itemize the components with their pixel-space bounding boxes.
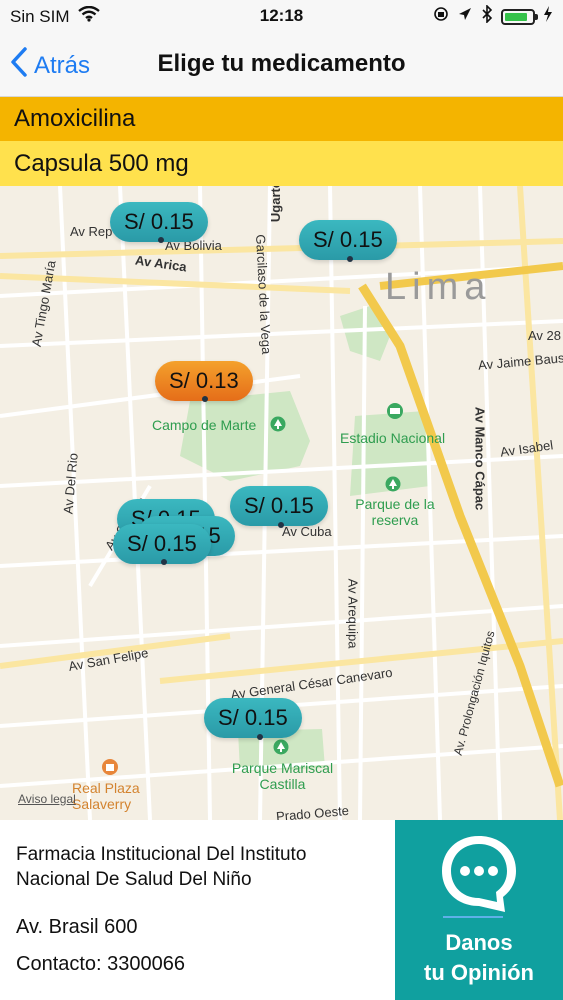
medicine-name-bar: Amoxicilina bbox=[0, 97, 563, 141]
map-label-parque-reserva: Parque de la reserva bbox=[355, 496, 435, 528]
charging-icon bbox=[543, 6, 553, 27]
battery-icon bbox=[501, 8, 538, 25]
price-pin[interactable]: S/ 0.13 bbox=[155, 361, 253, 401]
price-pin[interactable]: S/ 0.15 bbox=[299, 220, 397, 260]
map-label-av-manco: Av Manco Cápac bbox=[472, 406, 488, 511]
pharmacy-address: Av. Brasil 600 bbox=[16, 916, 138, 938]
pin-location-dot bbox=[257, 734, 263, 740]
chat-bubble-icon bbox=[435, 830, 523, 923]
map-label-av-arequipa: Av Arequipa bbox=[345, 578, 361, 649]
price-pin[interactable]: S/ 0.15 bbox=[113, 524, 211, 564]
price-pin-label: S/ 0.15 bbox=[124, 209, 194, 234]
battery-fill bbox=[505, 12, 527, 21]
map-label-campo-de-marte: Campo de Marte bbox=[152, 417, 257, 433]
price-pin-label: S/ 0.15 bbox=[313, 227, 383, 252]
pin-location-dot bbox=[161, 559, 167, 565]
location-arrow-icon bbox=[457, 6, 473, 27]
pin-location-dot bbox=[202, 396, 208, 402]
map-label-ugarte: Ugarte bbox=[268, 186, 284, 223]
page-title: Elige tu medicamento bbox=[157, 50, 406, 77]
feedback-label: Danos tu Opinión bbox=[395, 928, 563, 988]
price-pin[interactable]: S/ 0.15 bbox=[110, 202, 208, 242]
price-pin[interactable]: S/ 0.15 bbox=[230, 486, 328, 526]
navigation-bar: Atrás Elige tu medicamento bbox=[0, 34, 563, 97]
map-view[interactable]: Lima Av Arica Av Bolivia Av Rep Ugarte G… bbox=[0, 186, 563, 820]
map-label-lima: Lima bbox=[385, 266, 492, 308]
map-label-av-cuba: Av Cuba bbox=[282, 524, 332, 539]
map-label-real-plaza: Real Plaza Salaverry bbox=[72, 780, 140, 812]
rotation-lock-icon bbox=[433, 6, 449, 27]
price-pin-label: S/ 0.15 bbox=[218, 705, 288, 730]
medicine-dose: Capsula 500 mg bbox=[14, 150, 189, 177]
feedback-line-1: Danos bbox=[445, 930, 513, 955]
map-label-parque-mariscal: Parque Mariscal Castilla bbox=[231, 760, 334, 792]
pin-location-dot bbox=[278, 522, 284, 528]
status-right bbox=[433, 4, 553, 28]
feedback-line-2: tu Opinión bbox=[424, 960, 534, 985]
medicine-name: Amoxicilina bbox=[14, 105, 136, 132]
map-label-av-28: Av 28 bbox=[528, 328, 562, 343]
pharmacy-info-panel: Farmacia Institucional Del Instituto Nac… bbox=[0, 820, 395, 1000]
legal-notice-link[interactable]: Aviso legal bbox=[18, 792, 76, 806]
pharmacy-name: Farmacia Institucional Del Instituto Nac… bbox=[16, 844, 307, 890]
bluetooth-icon bbox=[481, 4, 493, 28]
pin-location-dot bbox=[158, 237, 164, 243]
map-label-av-rep: Av Rep bbox=[70, 224, 113, 239]
map-label-estadio-nacional: Estadio Nacional bbox=[340, 430, 446, 446]
price-pin[interactable]: S/ 0.15 bbox=[204, 698, 302, 738]
price-pin-label: S/ 0.13 bbox=[169, 368, 239, 393]
pharmacy-contact: Contacto: 3300066 bbox=[16, 953, 186, 975]
feedback-button[interactable]: Danos tu Opinión bbox=[395, 820, 563, 1000]
medicine-dose-bar: Capsula 500 mg bbox=[0, 141, 563, 186]
price-pin-label: S/ 0.15 bbox=[244, 493, 314, 518]
pin-location-dot bbox=[347, 256, 353, 262]
price-pin-label: S/ 0.15 bbox=[127, 531, 197, 556]
status-bar: Sin SIM 12:18 bbox=[0, 0, 563, 34]
